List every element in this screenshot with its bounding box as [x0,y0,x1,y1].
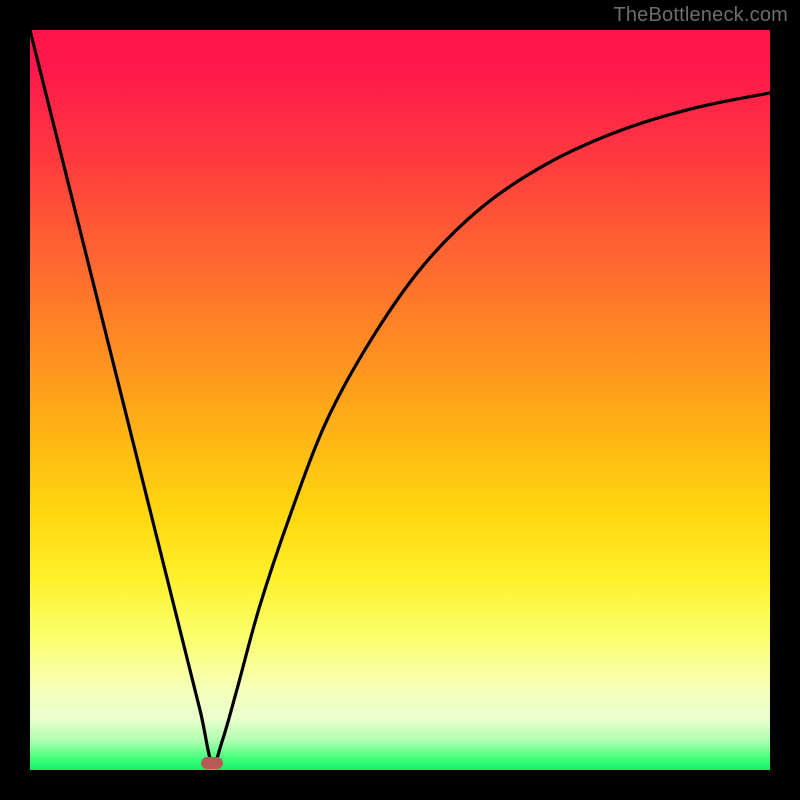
bottleneck-curve-path [30,30,770,764]
chart-frame: TheBottleneck.com [0,0,800,800]
minimum-marker [201,757,223,769]
watermark-text: TheBottleneck.com [613,4,788,27]
plot-area [30,30,770,770]
curve-svg [30,30,770,770]
